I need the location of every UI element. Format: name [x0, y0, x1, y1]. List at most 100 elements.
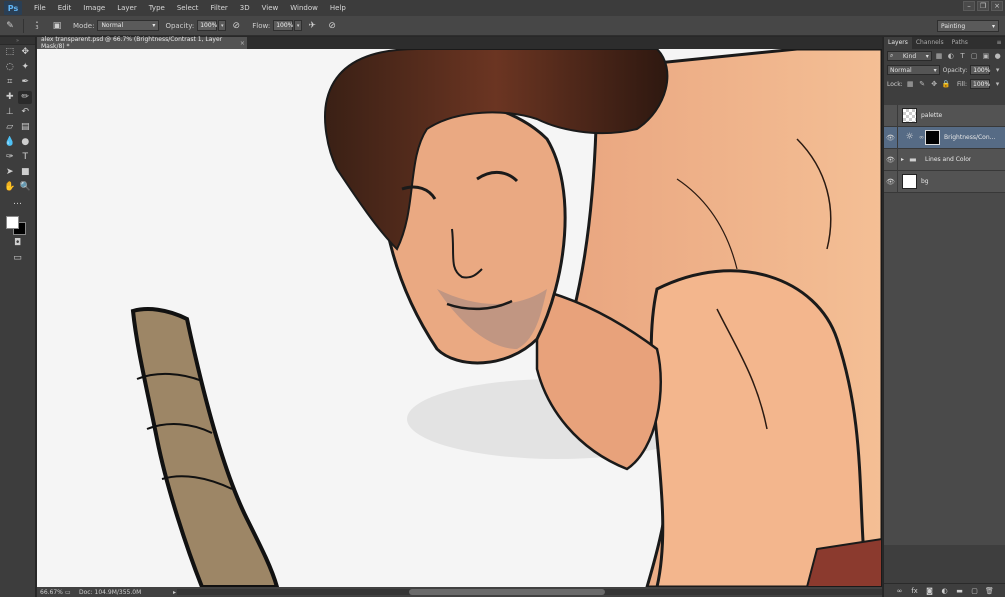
minimize-icon[interactable]: –: [963, 1, 975, 11]
filter-toggle-icon[interactable]: ●: [993, 52, 1002, 61]
smart-object-filter-icon[interactable]: ▣: [982, 52, 991, 61]
menu-3d[interactable]: 3D: [234, 4, 256, 12]
lock-pixels-icon[interactable]: ✎: [918, 80, 927, 89]
foreground-color-swatch[interactable]: [6, 216, 19, 229]
zoom-level[interactable]: 66.67%: [37, 589, 65, 596]
chevron-down-icon: ▾: [991, 22, 995, 30]
kind-select[interactable]: ⌕ Kind ▾: [887, 51, 932, 61]
layer-palette[interactable]: palette: [884, 104, 1005, 127]
opacity-slider-arrow-icon[interactable]: ▾: [218, 20, 227, 31]
eraser-tool-icon[interactable]: ▱: [3, 121, 17, 134]
flow-field[interactable]: 100%: [273, 20, 293, 31]
adjustment-filter-icon[interactable]: ◐: [946, 52, 955, 61]
brush-preset-picker-icon[interactable]: • 3: [30, 19, 44, 33]
menu-window[interactable]: Window: [284, 4, 324, 12]
photoshop-logo: Ps: [4, 1, 22, 15]
healing-brush-tool-icon[interactable]: ✚: [3, 91, 17, 104]
layer-mask-thumbnail[interactable]: [925, 130, 940, 145]
menu-view[interactable]: View: [256, 4, 285, 12]
layer-group-lines-and-color[interactable]: 👁 ▸ ▬ Lines and Color: [884, 148, 1005, 171]
menu-filter[interactable]: Filter: [204, 4, 233, 12]
scrollbar-thumb[interactable]: [409, 589, 605, 595]
pen-tool-icon[interactable]: ✑: [3, 151, 17, 164]
add-mask-icon[interactable]: ◙: [925, 587, 935, 595]
quick-mask-icon[interactable]: ◘: [11, 237, 25, 250]
move-tool-icon[interactable]: ✥: [18, 46, 32, 59]
options-bar: ✎ • 3 ▣ Mode: Normal ▾ Opacity: 100% ▾ ⊘ …: [0, 16, 1005, 36]
opacity-field[interactable]: 100%: [197, 20, 217, 31]
shape-filter-icon[interactable]: ▢: [970, 52, 979, 61]
type-tool-icon[interactable]: T: [18, 151, 32, 164]
layer-brightness-contrast[interactable]: 👁 ☼ ∞ Brightness/Con...: [884, 126, 1005, 149]
menu-select[interactable]: Select: [171, 4, 205, 12]
status-menu-icon[interactable]: ▭: [65, 589, 73, 596]
pixel-filter-icon[interactable]: ▦: [935, 52, 944, 61]
marquee-tool-icon[interactable]: ⬚: [3, 46, 17, 59]
blend-mode-select[interactable]: Normal ▾: [887, 65, 940, 75]
brush-tool-preset-icon[interactable]: ✎: [3, 19, 17, 33]
lock-all-icon[interactable]: 🔒: [942, 80, 951, 89]
visibility-toggle[interactable]: 👁: [884, 126, 898, 149]
layer-opacity-field[interactable]: 100%: [970, 65, 990, 75]
more-tools-icon[interactable]: …: [11, 196, 25, 209]
menu-layer[interactable]: Layer: [111, 4, 143, 12]
menu-help[interactable]: Help: [324, 4, 352, 12]
hand-tool-icon[interactable]: ✋: [3, 181, 17, 194]
menu-file[interactable]: File: [28, 4, 52, 12]
screen-mode-icon[interactable]: ▭: [11, 252, 25, 265]
panel-grip[interactable]: »: [0, 37, 35, 45]
chevron-down-icon[interactable]: ▾: [993, 66, 1002, 75]
brush-tool-icon[interactable]: ✏: [18, 91, 33, 104]
layer-bg[interactable]: 👁 bg: [884, 170, 1005, 193]
tab-paths[interactable]: Paths: [948, 37, 972, 49]
lock-transparency-icon[interactable]: ▦: [906, 80, 915, 89]
history-brush-tool-icon[interactable]: ↶: [18, 106, 32, 119]
gradient-tool-icon[interactable]: ▤: [18, 121, 32, 134]
visibility-toggle[interactable]: [884, 104, 898, 127]
layer-style-icon[interactable]: fx: [910, 587, 920, 595]
crop-tool-icon[interactable]: ⌗: [3, 76, 17, 89]
magic-wand-tool-icon[interactable]: ✦: [18, 61, 32, 74]
mode-select[interactable]: Normal ▾: [97, 20, 160, 31]
menu-image[interactable]: Image: [77, 4, 111, 12]
delete-layer-icon[interactable]: 🗑: [985, 587, 995, 595]
fill-field[interactable]: 100%: [970, 79, 990, 89]
close-icon[interactable]: ×: [991, 1, 1003, 11]
new-layer-icon[interactable]: ▢: [970, 587, 980, 595]
link-layers-icon[interactable]: ∞: [895, 587, 905, 595]
blur-tool-icon[interactable]: 💧: [3, 136, 17, 149]
dodge-tool-icon[interactable]: ●: [18, 136, 32, 149]
pressure-opacity-icon[interactable]: ⊘: [229, 19, 243, 33]
lasso-tool-icon[interactable]: ◌: [3, 61, 17, 74]
tab-channels[interactable]: Channels: [912, 37, 948, 49]
chevron-down-icon: ▾: [933, 66, 937, 74]
shape-tool-icon[interactable]: ■: [18, 166, 32, 179]
workspace-select[interactable]: Painting ▾: [937, 20, 999, 32]
airbrush-icon[interactable]: ✈: [305, 19, 319, 33]
chevron-down-icon[interactable]: ▾: [993, 80, 1002, 89]
canvas[interactable]: [37, 49, 882, 587]
menu-edit[interactable]: Edit: [52, 4, 78, 12]
document-tab[interactable]: alex transparent.psd @ 66.7% (Brightness…: [37, 36, 247, 50]
tab-layers[interactable]: Layers: [884, 37, 912, 49]
flow-slider-arrow-icon[interactable]: ▾: [294, 20, 303, 31]
adjustment-layer-icon[interactable]: ◐: [940, 587, 950, 595]
visibility-toggle[interactable]: 👁: [884, 170, 898, 193]
horizontal-scrollbar[interactable]: [177, 589, 882, 595]
pressure-size-icon[interactable]: ⊘: [325, 19, 339, 33]
clone-stamp-tool-icon[interactable]: ⊥: [3, 106, 17, 119]
close-tab-icon[interactable]: ×: [238, 40, 247, 47]
brush-panel-toggle-icon[interactable]: ▣: [50, 19, 64, 33]
type-filter-icon[interactable]: T: [958, 52, 967, 61]
new-group-icon[interactable]: ▬: [955, 587, 965, 595]
panel-menu-icon[interactable]: ≡: [993, 37, 1005, 49]
expand-arrow-icon[interactable]: ▸: [901, 156, 909, 163]
menu-type[interactable]: Type: [143, 4, 171, 12]
visibility-toggle[interactable]: 👁: [884, 148, 898, 171]
restore-icon[interactable]: ❐: [977, 1, 989, 11]
lock-position-icon[interactable]: ✥: [930, 80, 939, 89]
chevron-down-icon: ▾: [925, 52, 929, 60]
eyedropper-tool-icon[interactable]: ✒: [18, 76, 32, 89]
zoom-tool-icon[interactable]: 🔍: [18, 181, 32, 194]
path-selection-tool-icon[interactable]: ➤: [3, 166, 17, 179]
